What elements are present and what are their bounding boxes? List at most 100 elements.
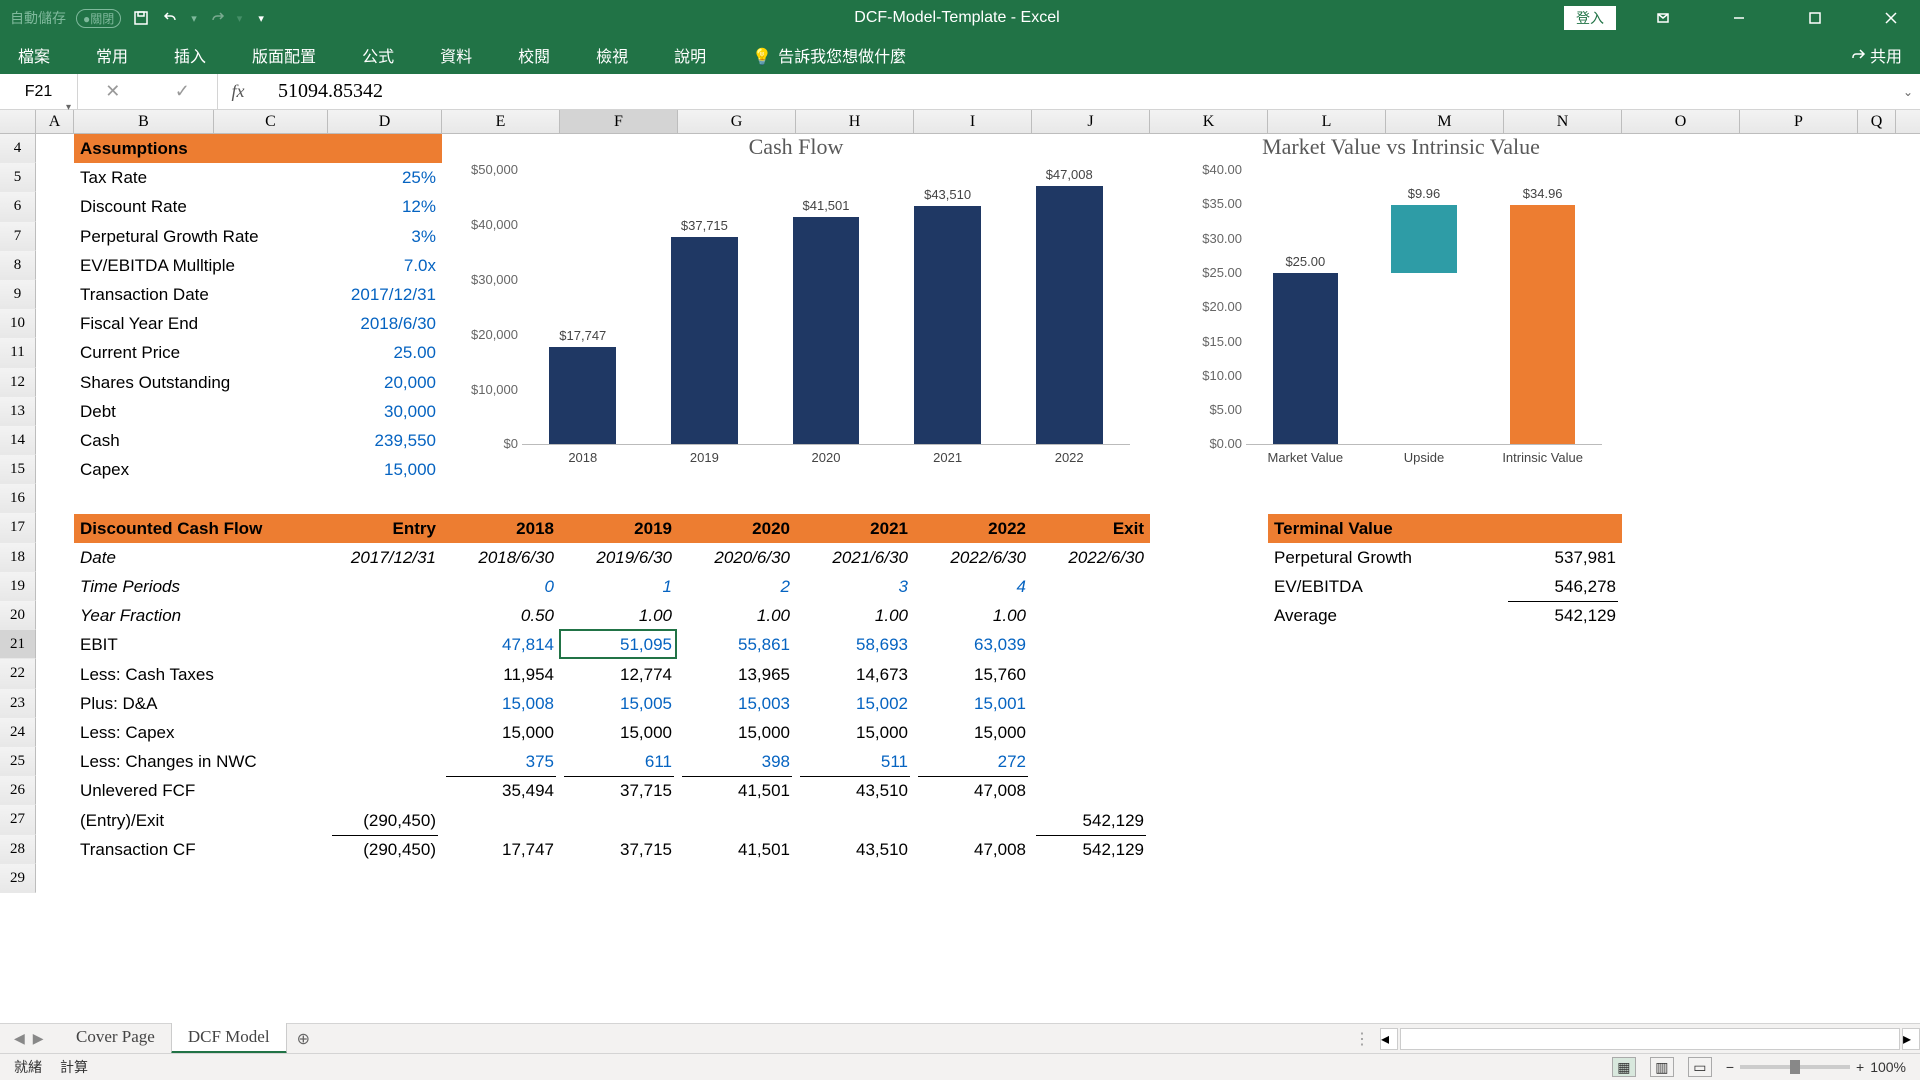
col-header-K[interactable]: K <box>1150 110 1268 133</box>
tell-me[interactable]: 💡告訴我您想做什麼 <box>744 39 914 71</box>
cell-G18[interactable]: 2020/6/30 <box>678 543 796 572</box>
col-header-G[interactable]: G <box>678 110 796 133</box>
row-header-27[interactable]: 27 <box>0 805 36 834</box>
cell-D12[interactable]: 20,000 <box>328 368 442 397</box>
name-box[interactable]: F21▾ <box>0 74 78 110</box>
cell-E18[interactable]: 2018/6/30 <box>442 543 560 572</box>
cell-B13[interactable]: Debt <box>74 397 214 426</box>
cell-J18[interactable]: 2022/6/30 <box>1032 543 1150 572</box>
cell-B21[interactable]: EBIT <box>74 630 214 659</box>
ribbon-tab-說明[interactable]: 說明 <box>666 39 714 71</box>
row-header-15[interactable]: 15 <box>0 455 36 484</box>
cell-F28[interactable]: 37,715 <box>560 835 678 864</box>
spreadsheet-grid[interactable]: ABCDEFGHIJKLMNOPQ 4567891011121314151617… <box>0 110 1920 134</box>
cell-E28[interactable]: 17,747 <box>442 835 560 864</box>
row-header-21[interactable]: 21 <box>0 630 36 659</box>
cell-H24[interactable]: 15,000 <box>796 718 914 747</box>
redo-icon[interactable] <box>207 8 227 28</box>
cell-B23[interactable]: Plus: D&A <box>74 689 214 718</box>
cell-F25[interactable]: 611 <box>560 747 678 776</box>
cell-H18[interactable]: 2021/6/30 <box>796 543 914 572</box>
cell-F20[interactable]: 1.00 <box>560 601 678 630</box>
cell-L18[interactable]: Perpetural Growth <box>1268 543 1504 572</box>
cell-G20[interactable]: 1.00 <box>678 601 796 630</box>
cell-B28[interactable]: Transaction CF <box>74 835 214 864</box>
cell-I28[interactable]: 47,008 <box>914 835 1032 864</box>
row-header-11[interactable]: 11 <box>0 338 36 367</box>
cell-H22[interactable]: 14,673 <box>796 660 914 689</box>
col-header-B[interactable]: B <box>74 110 214 133</box>
cell-G25[interactable]: 398 <box>678 747 796 776</box>
cell-L19[interactable]: EV/EBITDA <box>1268 572 1504 601</box>
col-header-H[interactable]: H <box>796 110 914 133</box>
col-header-J[interactable]: J <box>1032 110 1150 133</box>
col-header-D[interactable]: D <box>328 110 442 133</box>
cell-B8[interactable]: EV/EBITDA Mulltiple <box>74 251 214 280</box>
cell-J17[interactable]: Exit <box>1032 514 1150 543</box>
zoom-level[interactable]: 100% <box>1870 1059 1906 1075</box>
zoom-in-icon[interactable]: + <box>1856 1059 1864 1075</box>
cell-J28[interactable]: 542,129 <box>1032 835 1150 864</box>
cell-H28[interactable]: 43,510 <box>796 835 914 864</box>
cell-B22[interactable]: Less: Cash Taxes <box>74 660 214 689</box>
ribbon-tab-資料[interactable]: 資料 <box>432 39 480 71</box>
cell-B12[interactable]: Shares Outstanding <box>74 368 214 397</box>
zoom-slider[interactable] <box>1740 1065 1850 1069</box>
cell-B14[interactable]: Cash <box>74 426 214 455</box>
cell-D27[interactable]: (290,450) <box>328 806 442 835</box>
cell-E19[interactable]: 0 <box>442 572 560 601</box>
formula-confirm-icon[interactable]: ✓ <box>148 74 218 110</box>
cell-E25[interactable]: 375 <box>442 747 560 776</box>
cell-H26[interactable]: 43,510 <box>796 776 914 805</box>
ribbon-tab-檢視[interactable]: 檢視 <box>588 39 636 71</box>
row-header-28[interactable]: 28 <box>0 835 36 864</box>
col-header-P[interactable]: P <box>1740 110 1858 133</box>
cell-N19[interactable]: 546,278 <box>1504 572 1622 601</box>
ribbon-options-icon[interactable] <box>1634 0 1692 36</box>
add-sheet-icon[interactable]: ⊕ <box>297 1029 310 1049</box>
row-header-4[interactable]: 4 <box>0 134 36 163</box>
cell-D17[interactable]: Entry <box>328 514 442 543</box>
ribbon-tab-公式[interactable]: 公式 <box>354 39 402 71</box>
row-header-22[interactable]: 22 <box>0 659 36 688</box>
col-header-C[interactable]: C <box>214 110 328 133</box>
cell-H20[interactable]: 1.00 <box>796 601 914 630</box>
cell-B6[interactable]: Discount Rate <box>74 192 214 221</box>
cell-F19[interactable]: 1 <box>560 572 678 601</box>
row-header-10[interactable]: 10 <box>0 309 36 338</box>
ribbon-tab-插入[interactable]: 插入 <box>166 39 214 71</box>
col-header-Q[interactable]: Q <box>1858 110 1896 133</box>
cell-G17[interactable]: 2020 <box>678 514 796 543</box>
col-header-F[interactable]: F <box>560 110 678 133</box>
cell-D15[interactable]: 15,000 <box>328 455 442 484</box>
cell-D7[interactable]: 3% <box>328 222 442 251</box>
row-header-7[interactable]: 7 <box>0 222 36 251</box>
row-header-6[interactable]: 6 <box>0 192 36 221</box>
cell-G23[interactable]: 15,003 <box>678 689 796 718</box>
cell-B10[interactable]: Fiscal Year End <box>74 309 214 338</box>
cell-D13[interactable]: 30,000 <box>328 397 442 426</box>
cell-D18[interactable]: 2017/12/31 <box>328 543 442 572</box>
sheet-tab-DCF-Model[interactable]: DCF Model <box>171 1023 287 1054</box>
cell-J27[interactable]: 542,129 <box>1032 806 1150 835</box>
minimize-icon[interactable] <box>1710 0 1768 36</box>
row-header-18[interactable]: 18 <box>0 543 36 572</box>
cell-B26[interactable]: Unlevered FCF <box>74 776 214 805</box>
cell-B17[interactable]: Discounted Cash Flow <box>74 514 328 543</box>
cell-B9[interactable]: Transaction Date <box>74 280 214 309</box>
maximize-icon[interactable] <box>1786 0 1844 36</box>
col-header-I[interactable]: I <box>914 110 1032 133</box>
cell-B4[interactable]: Assumptions <box>74 134 442 163</box>
row-header-20[interactable]: 20 <box>0 601 36 630</box>
cell-H23[interactable]: 15,002 <box>796 689 914 718</box>
cell-I26[interactable]: 47,008 <box>914 776 1032 805</box>
ribbon-tab-校閱[interactable]: 校閱 <box>510 39 558 71</box>
cell-B25[interactable]: Less: Changes in NWC <box>74 747 214 776</box>
undo-icon[interactable] <box>161 8 181 28</box>
cell-I23[interactable]: 15,001 <box>914 689 1032 718</box>
cell-G26[interactable]: 41,501 <box>678 776 796 805</box>
sheet-tab-Cover-Page[interactable]: Cover Page <box>60 1023 171 1054</box>
hscroll-left[interactable]: ◂ <box>1380 1028 1398 1050</box>
cell-E23[interactable]: 15,008 <box>442 689 560 718</box>
chart-market-value-vs-intrinsic-value[interactable]: Market Value vs Intrinsic Value$0.00$5.0… <box>1190 134 1612 478</box>
